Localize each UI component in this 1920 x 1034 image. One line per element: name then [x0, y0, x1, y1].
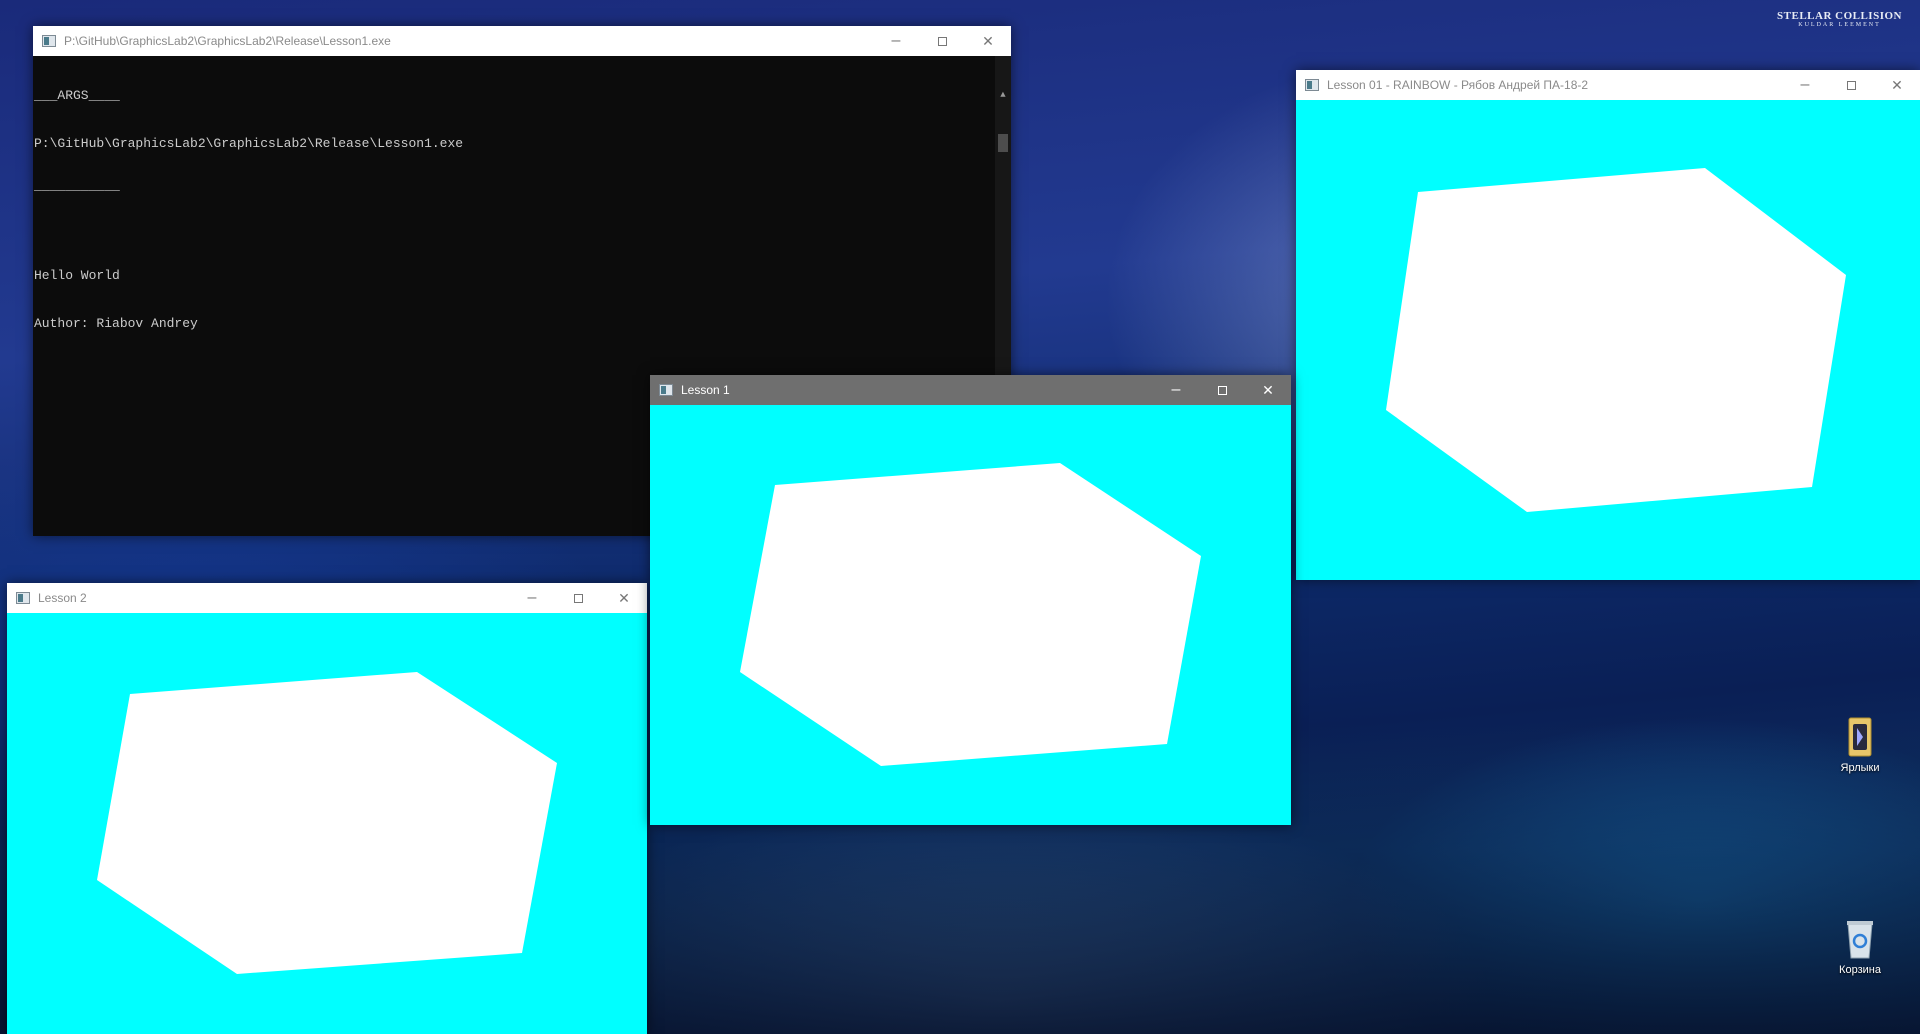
maximize-icon — [573, 593, 583, 603]
wallpaper-watermark: STELLAR COLLISION KULDAR LEEMENT — [1777, 10, 1902, 28]
minimize-button[interactable]: – — [1153, 375, 1199, 405]
rainbow-titlebar[interactable]: Lesson 01 - RAINBOW - Рябов Андрей ПА-18… — [1296, 70, 1920, 100]
lesson2-titlebar[interactable]: Lesson 2 – ✕ — [7, 583, 647, 613]
minimize-button[interactable]: – — [873, 26, 919, 56]
watermark-title: STELLAR COLLISION — [1777, 10, 1902, 22]
console-line: P:\GitHub\GraphicsLab2\GraphicsLab2\Rele… — [34, 136, 464, 151]
maximize-button[interactable] — [1828, 70, 1874, 100]
maximize-button[interactable] — [555, 583, 601, 613]
rainbow-title: Lesson 01 - RAINBOW - Рябов Андрей ПА-18… — [1327, 78, 1589, 92]
rainbow-window[interactable]: Lesson 01 - RAINBOW - Рябов Андрей ПА-18… — [1296, 70, 1920, 580]
shortcuts-folder-icon — [1843, 716, 1877, 758]
lesson1-title: Lesson 1 — [681, 383, 730, 397]
lesson2-app-icon — [16, 592, 30, 604]
shortcuts-label: Ярлыки — [1840, 762, 1880, 774]
minimize-button[interactable]: – — [509, 583, 555, 613]
close-button[interactable]: ✕ — [601, 583, 647, 613]
close-button[interactable]: ✕ — [1245, 375, 1291, 405]
white-hexagon-shape — [740, 463, 1201, 766]
console-line: ___ARGS____ — [34, 88, 120, 103]
scroll-thumb[interactable] — [998, 134, 1008, 152]
scroll-up-arrow-icon[interactable]: ▲ — [995, 88, 1011, 102]
white-hexagon-shape — [1386, 168, 1846, 512]
rainbow-canvas-svg — [1386, 168, 1846, 512]
rainbow-gl-canvas[interactable] — [1296, 100, 1920, 580]
maximize-icon — [1846, 80, 1856, 90]
minimize-button[interactable]: – — [1782, 70, 1828, 100]
console-app-icon — [42, 35, 56, 47]
maximize-icon — [1217, 385, 1227, 395]
recycle-bin-icon — [1843, 918, 1877, 960]
maximize-button[interactable] — [919, 26, 965, 56]
desktop-icon-recycle-bin[interactable]: Корзина — [1824, 918, 1896, 976]
console-title: P:\GitHub\GraphicsLab2\GraphicsLab2\Rele… — [64, 34, 391, 48]
rainbow-app-icon — [1305, 79, 1319, 91]
lesson2-gl-canvas[interactable] — [7, 613, 647, 1034]
lesson1-window[interactable]: Lesson 1 – ✕ — [650, 375, 1291, 825]
lesson1-canvas-svg — [740, 463, 1201, 766]
lesson2-canvas-svg — [97, 672, 557, 974]
close-button[interactable]: ✕ — [1874, 70, 1920, 100]
console-line: ___________ — [34, 178, 120, 193]
maximize-icon — [937, 36, 947, 46]
white-hexagon-shape — [97, 672, 557, 974]
watermark-author: KULDAR LEEMENT — [1798, 22, 1881, 28]
recycle-bin-label: Корзина — [1839, 964, 1881, 976]
console-titlebar[interactable]: P:\GitHub\GraphicsLab2\GraphicsLab2\Rele… — [33, 26, 1011, 56]
lesson1-titlebar[interactable]: Lesson 1 – ✕ — [650, 375, 1291, 405]
lesson1-app-icon — [659, 384, 673, 396]
close-button[interactable]: ✕ — [965, 26, 1011, 56]
maximize-button[interactable] — [1199, 375, 1245, 405]
desktop-icon-shortcuts[interactable]: Ярлыки — [1824, 716, 1896, 774]
console-line: Author: Riabov Andrey — [34, 316, 198, 331]
lesson2-title: Lesson 2 — [38, 591, 87, 605]
lesson1-gl-canvas[interactable] — [650, 405, 1291, 825]
lesson2-window[interactable]: Lesson 2 – ✕ — [7, 583, 647, 1034]
console-line: Hello World — [34, 268, 120, 283]
